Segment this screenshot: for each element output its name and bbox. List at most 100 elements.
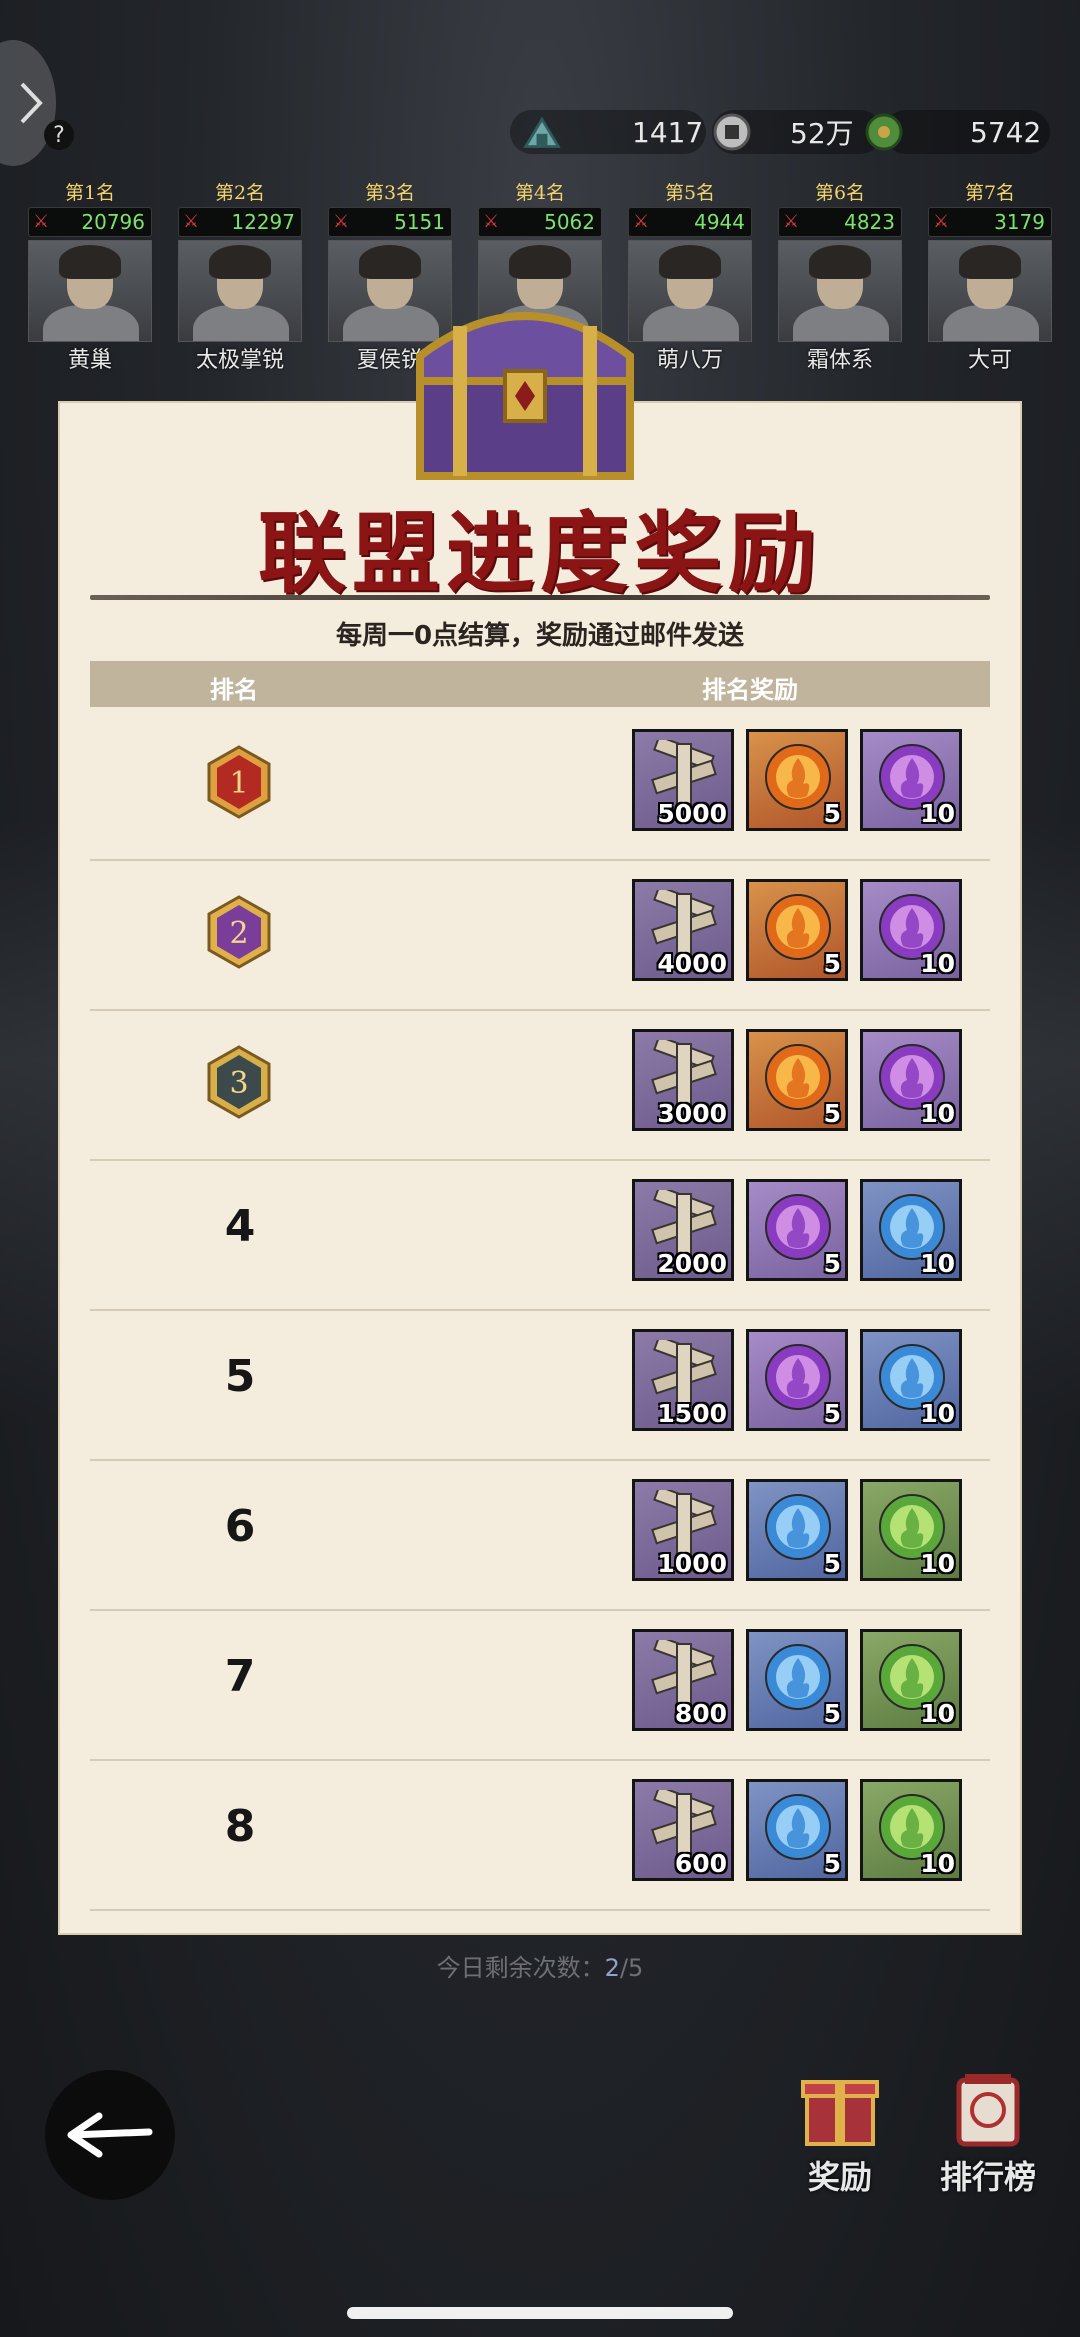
table-header: 排名 排名奖励	[90, 661, 990, 707]
crossed-swords-icon: ⚔	[183, 211, 200, 232]
crossed-swords-icon: ⚔	[333, 211, 350, 232]
reward-item[interactable]: 5	[746, 1779, 848, 1881]
rank-score: ⚔ 12297	[178, 207, 302, 237]
reward-item[interactable]: 10	[860, 1329, 962, 1431]
portrait-body	[193, 305, 289, 341]
reward-item[interactable]: 5	[746, 1479, 848, 1581]
reward-item[interactable]: 10	[860, 879, 962, 981]
reward-count: 1000	[657, 1549, 727, 1578]
rank-position: 第2名	[214, 182, 266, 204]
reward-item[interactable]: 5	[746, 1329, 848, 1431]
rank-number: 8	[224, 1801, 256, 1852]
medal-rank: 2	[229, 916, 248, 951]
reward-count: 5	[823, 1249, 841, 1278]
reward-item[interactable]: 5	[746, 1629, 848, 1731]
portrait-hair	[209, 245, 271, 279]
reward-count: 10	[920, 1549, 955, 1578]
silver-coin-icon	[522, 112, 562, 152]
reward-count: 10	[920, 1249, 955, 1278]
rank-score: ⚔ 4823	[778, 207, 902, 237]
reward-item[interactable]: 800	[632, 1629, 734, 1731]
reward-item[interactable]: 2000	[632, 1179, 734, 1281]
remaining-label: 今日剩余次数：	[436, 1954, 605, 1982]
rewards-button[interactable]: 奖励	[780, 2070, 900, 2200]
rank-number: 4	[224, 1201, 256, 1252]
rank-position: 第7名	[964, 182, 1016, 204]
jade-value: 5742	[970, 115, 1042, 149]
leaderboard-card[interactable]: 第1名 ⚔ 20796 黄巢	[24, 178, 156, 373]
reward-item[interactable]: 10	[860, 1629, 962, 1731]
leaderboard-card[interactable]: 第7名 ⚔ 3179 大可	[924, 178, 1056, 373]
table-row: 2 4000 5 10	[90, 859, 990, 1011]
rank-score-value: 4944	[694, 210, 745, 234]
player-name: 太极掌锐	[195, 348, 284, 373]
reward-item[interactable]: 1500	[632, 1329, 734, 1431]
ranking-board-icon	[956, 2074, 1020, 2147]
reward-count: 10	[920, 799, 955, 828]
modal-subtitle: 每周一0点结算，奖励通过邮件发送	[335, 621, 745, 651]
arrow-left-icon	[67, 2112, 153, 2158]
silver-value: 1417	[632, 115, 704, 149]
reward-item[interactable]: 5	[746, 1179, 848, 1281]
column-reward: 排名奖励	[702, 676, 798, 704]
reward-count: 5	[823, 1399, 841, 1428]
reward-item[interactable]: 5000	[632, 729, 734, 831]
rewards-label: 奖励	[807, 2158, 872, 2196]
rank-number: 6	[224, 1501, 256, 1552]
reward-item[interactable]: 600	[632, 1779, 734, 1881]
rank-score: ⚔ 5062	[478, 207, 602, 237]
avatar	[178, 240, 302, 342]
leaderboard-card[interactable]: 第6名 ⚔ 4823 霜体系	[774, 178, 906, 373]
reward-count: 10	[920, 1399, 955, 1428]
avatar	[928, 240, 1052, 342]
portrait-hair	[359, 245, 421, 279]
reward-item[interactable]: 5	[746, 879, 848, 981]
rank-score: ⚔ 5151	[328, 207, 452, 237]
reward-count: 600	[674, 1849, 727, 1878]
remaining-attempts: 今日剩余次数：2/5	[0, 1948, 1080, 1983]
rank-medal-icon: 2	[207, 895, 271, 969]
reward-count: 10	[920, 1099, 955, 1128]
reward-item[interactable]: 10	[860, 1029, 962, 1131]
resource-jade: 5742	[970, 108, 1041, 156]
portrait-body	[793, 305, 889, 341]
reward-modal: 联盟进度奖励 每周一0点结算，奖励通过邮件发送 排名 排名奖励 1 5000 5 10…	[60, 403, 1020, 1933]
reward-item[interactable]: 10	[860, 1779, 962, 1881]
reward-item[interactable]: 10	[860, 729, 962, 831]
reward-count: 800	[674, 1699, 727, 1728]
ranking-button[interactable]: 排行榜	[928, 2070, 1048, 2200]
rank-medal-icon: 1	[207, 745, 271, 819]
reward-item[interactable]: 4000	[632, 879, 734, 981]
reward-item[interactable]: 3000	[632, 1029, 734, 1131]
reward-item[interactable]: 5	[746, 1029, 848, 1131]
modal-title: 联盟进度奖励	[257, 501, 822, 605]
reward-count: 2000	[657, 1249, 727, 1278]
copper-coin-icon	[712, 112, 752, 152]
rank-number: 7	[224, 1651, 256, 1702]
table-row: 3 3000 5 10	[90, 1009, 990, 1161]
portrait-hair	[809, 245, 871, 279]
help-button[interactable]: ?	[44, 120, 74, 150]
rank-position: 第1名	[64, 182, 116, 204]
table-row: 6 1000 5 10	[90, 1459, 990, 1611]
column-rank: 排名	[210, 676, 258, 704]
ranking-label: 排行榜	[939, 2158, 1036, 2196]
reward-item[interactable]: 10	[860, 1179, 962, 1281]
crossed-swords-icon: ⚔	[933, 211, 950, 232]
leaderboard-card[interactable]: 第2名 ⚔ 12297 太极掌锐	[174, 178, 306, 373]
reward-item[interactable]: 1000	[632, 1479, 734, 1581]
reward-count: 3000	[657, 1099, 727, 1128]
portrait-body	[43, 305, 139, 341]
reward-item[interactable]: 10	[860, 1479, 962, 1581]
home-indicator[interactable]	[347, 2307, 733, 2319]
player-name: 大可	[967, 348, 1012, 373]
rank-number: 5	[224, 1351, 256, 1402]
resource-copper-amount: 52万	[790, 108, 914, 156]
reward-item[interactable]: 5	[746, 729, 848, 831]
rank-score: ⚔ 4944	[628, 207, 752, 237]
back-button[interactable]	[45, 2070, 175, 2200]
rank-position: 第5名	[664, 182, 716, 204]
table-row: 5 1500 5 10	[90, 1309, 990, 1461]
portrait-body	[943, 305, 1039, 341]
reward-count: 5	[823, 1699, 841, 1728]
